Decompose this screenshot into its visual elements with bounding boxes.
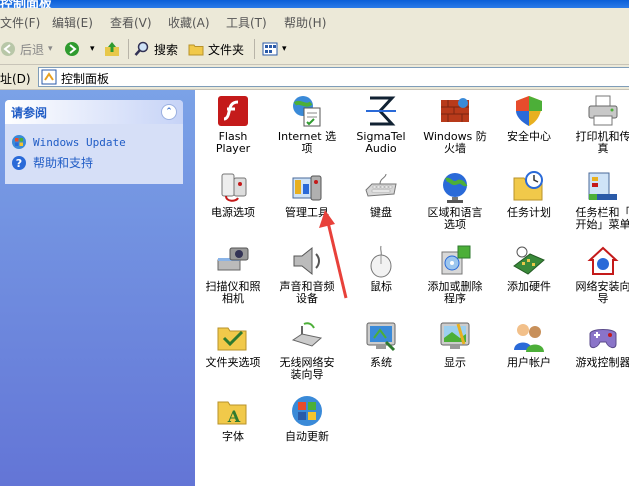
toolbar-separator [254,39,255,59]
title-bar: 控制面板 [0,0,629,8]
windows-update-link[interactable]: Windows Update [11,134,126,150]
annotation-arrow [319,210,348,299]
up-folder-icon [105,42,119,56]
views-icon [262,42,278,56]
folder-icon [188,44,204,56]
back-button[interactable]: 后退 [0,39,44,59]
search-icon [134,41,149,56]
menu-favorites[interactable]: 收藏(A) [168,14,210,31]
menu-view[interactable]: 查看(V) [110,14,152,31]
search-label: 搜索 [154,42,179,57]
windows-update-icon [12,135,26,149]
back-dropdown-icon[interactable]: ▾ [48,39,53,59]
menu-bar: 文件(F) 编辑(E) 查看(V) 收藏(A) 工具(T) 帮助(H) [0,8,629,35]
views-dropdown-icon: ▾ [282,44,287,54]
menu-edit[interactable]: 编辑(E) [52,14,93,31]
svg-text:?: ? [16,157,22,170]
help-support-link[interactable]: ? 帮助和支持 [11,154,93,171]
control-panel-icon [41,69,57,85]
address-input[interactable]: 控制面板 [38,67,629,87]
see-also-header[interactable]: 请参阅 [5,100,183,124]
control-panel-items: Flash Player Internet 选 项 SigmaTel Audio… [195,90,629,486]
windows-update-label: Windows Update [33,135,126,149]
menu-tools[interactable]: 工具(T) [226,14,267,31]
toolbar: 后退 ▾ ▾ 搜索 文件夹 ▾ [0,34,629,65]
address-label: 址(D) [0,72,31,86]
up-folder-button[interactable] [104,39,124,59]
address-bar: 址(D) 控制面板 [0,65,629,90]
toolbar-separator [128,39,129,59]
views-button[interactable]: ▾ [262,39,287,59]
back-arrow-icon [1,42,15,56]
folders-label: 文件夹 [208,42,245,57]
forward-dropdown-icon[interactable]: ▾ [90,39,95,59]
menu-file[interactable]: 文件(F) [0,14,40,31]
help-icon: ? [12,155,26,170]
collapse-icon[interactable]: ⌃ [161,104,177,120]
address-value: 控制面板 [61,72,110,86]
see-also-panel: 请参阅 ⌃ Windows Update ? 帮助和支持 [5,100,183,184]
search-button[interactable]: 搜索 [134,39,178,59]
forward-arrow-icon [65,42,79,56]
see-also-title: 请参阅 [11,105,48,120]
help-support-label: 帮助和支持 [33,156,94,170]
back-label: 后退 [20,42,45,57]
folders-button[interactable]: 文件夹 [188,39,244,59]
window-title: 控制面板 [0,0,53,8]
sidebar: 请参阅 ⌃ Windows Update ? 帮助和支持 [0,90,195,486]
menu-help[interactable]: 帮助(H) [284,14,326,31]
forward-button[interactable] [64,39,84,59]
